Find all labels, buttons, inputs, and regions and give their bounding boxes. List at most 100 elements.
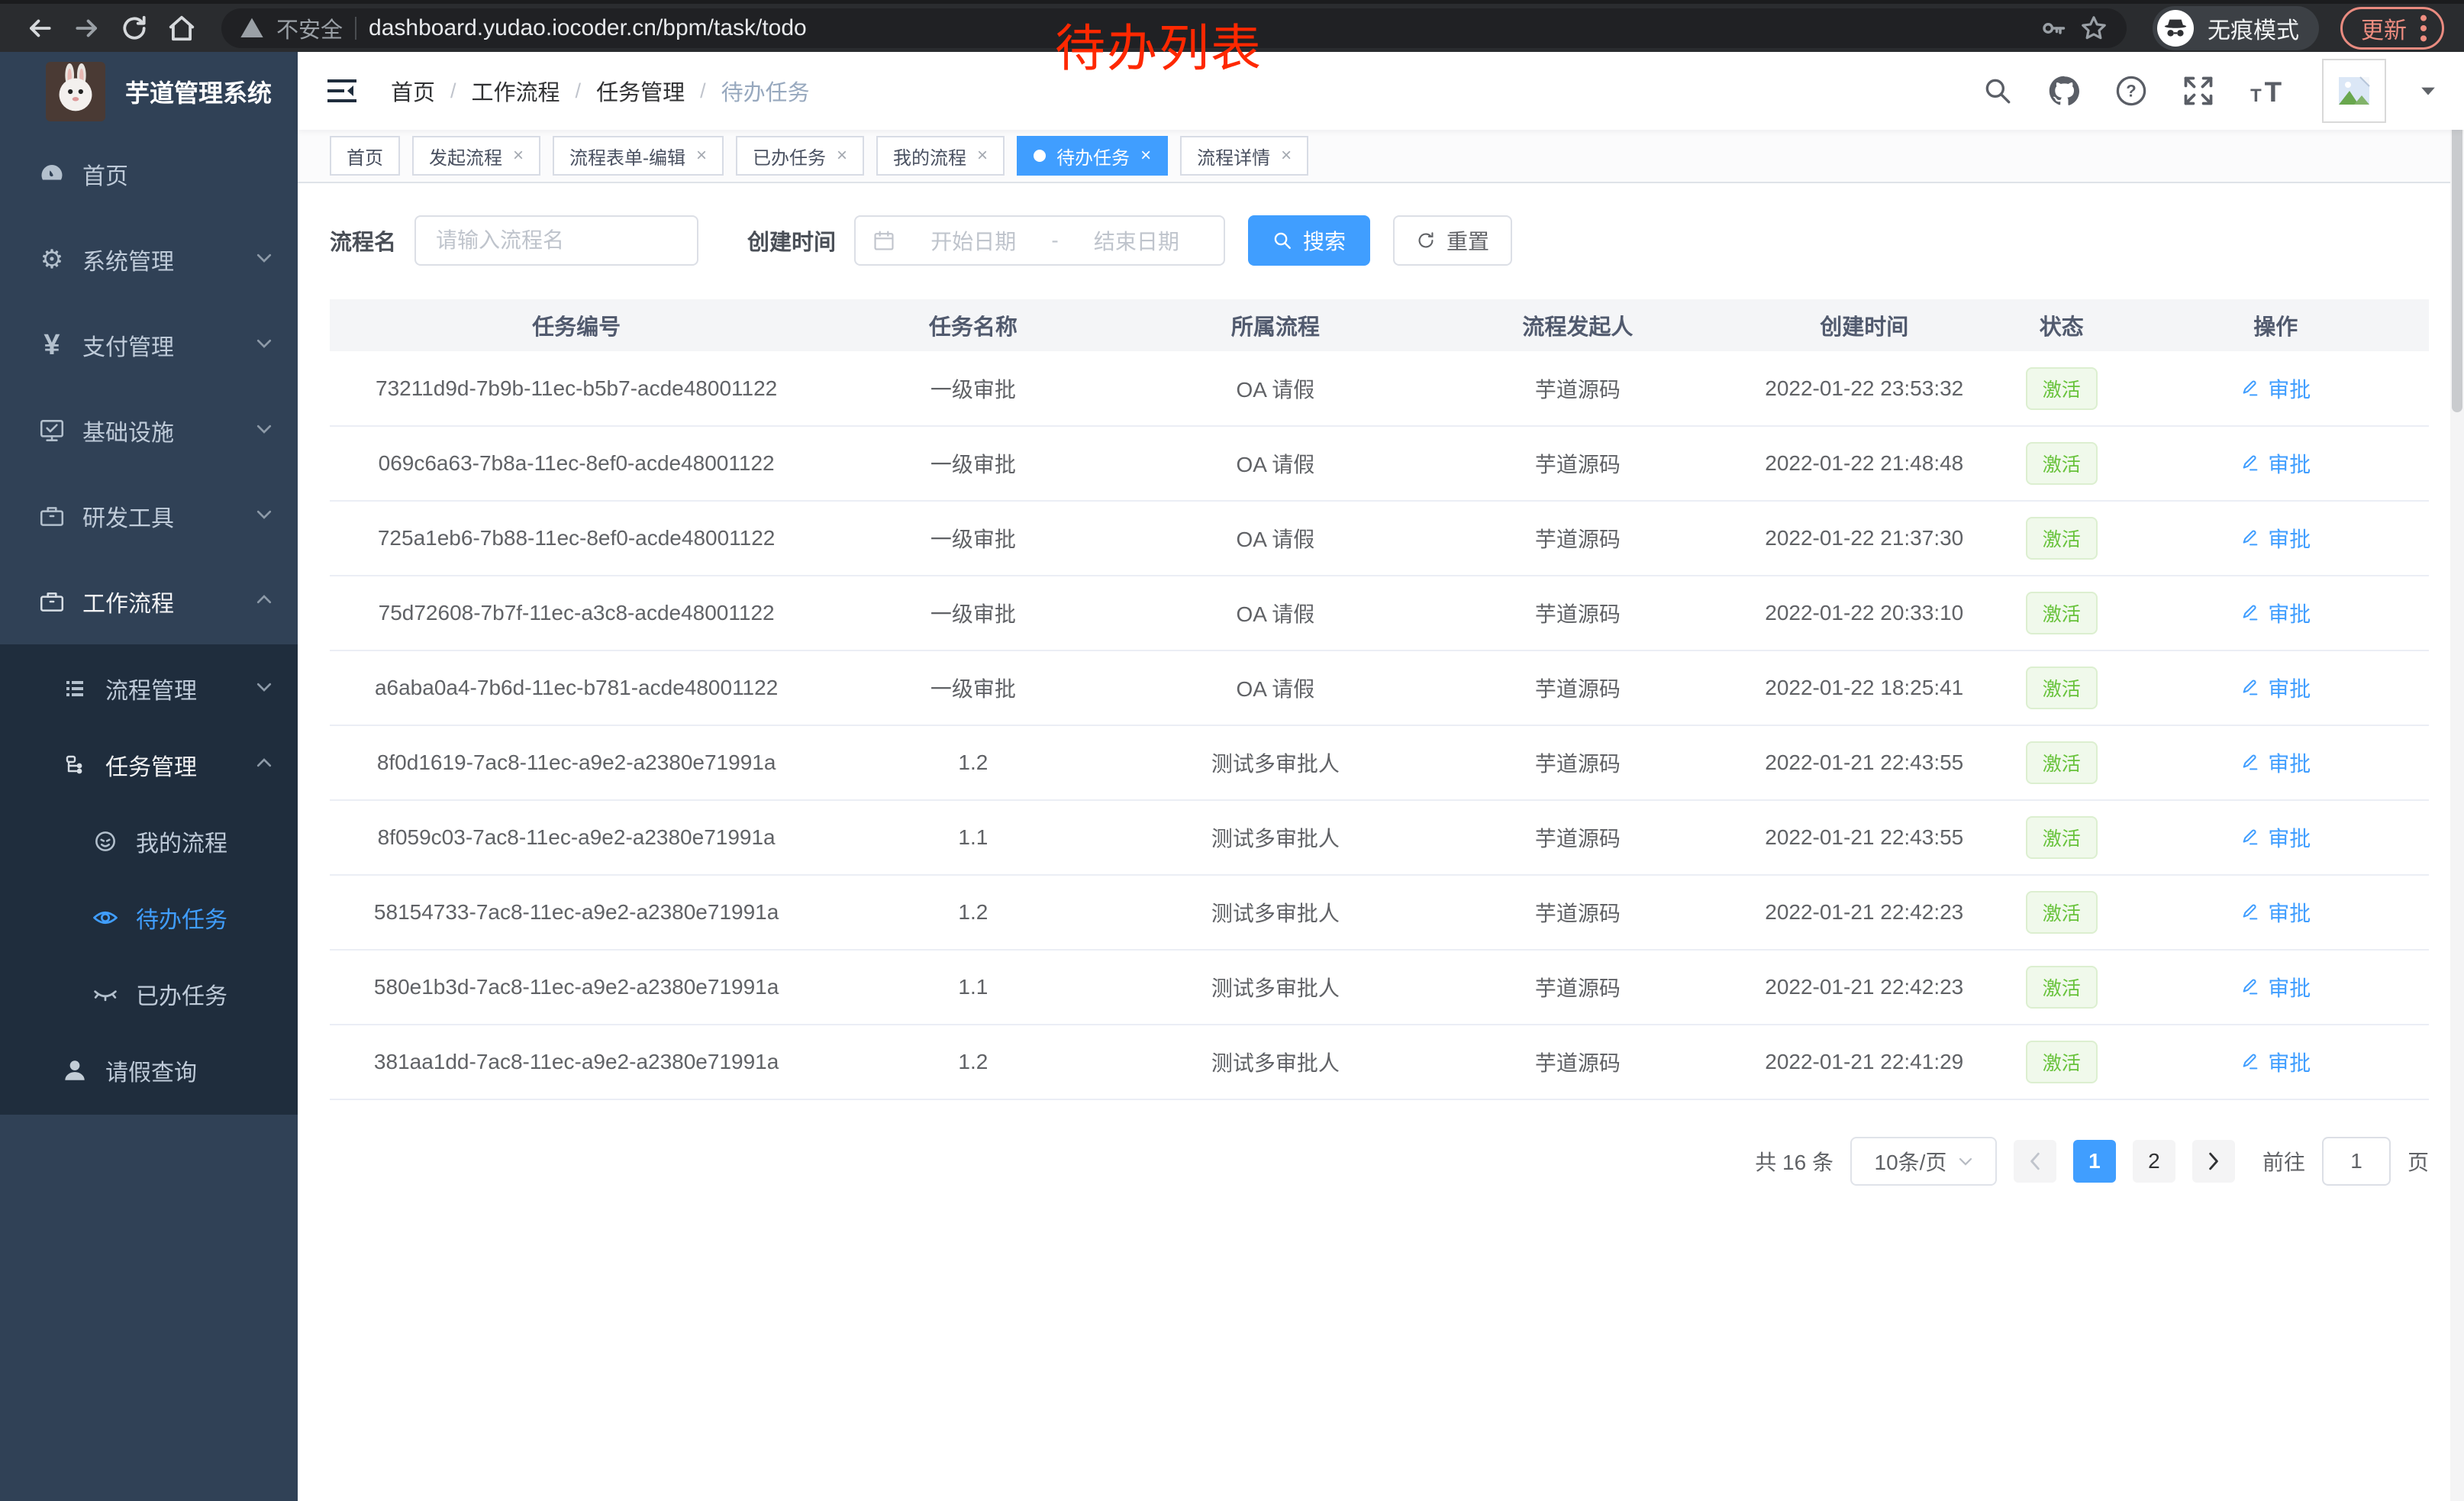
- browser-update-button[interactable]: 更新: [2340, 7, 2444, 50]
- tab-done-tasks[interactable]: 已办任务 ×: [736, 136, 864, 176]
- sidebar-item-done-tasks[interactable]: 已办任务: [0, 956, 298, 1032]
- github-icon[interactable]: [2047, 74, 2081, 108]
- avatar-dropdown-caret-icon[interactable]: [2420, 86, 2437, 96]
- browser-menu-icon[interactable]: [2419, 13, 2428, 44]
- tab-my-process[interactable]: 我的流程 ×: [876, 136, 1005, 176]
- table-row: 8f0d1619-7ac8-11ec-a9e2-a2380e71991a 1.2…: [330, 725, 2429, 800]
- sidebar-item-label: 已办任务: [136, 977, 227, 1011]
- approve-button[interactable]: 审批: [2240, 598, 2311, 628]
- status-badge: 激活: [2026, 667, 2098, 709]
- tab-start-process[interactable]: 发起流程 ×: [412, 136, 540, 176]
- cell-task-name: 1.2: [823, 725, 1123, 800]
- sidebar-item-todo-tasks[interactable]: 待办任务: [0, 880, 298, 956]
- end-date-placeholder[interactable]: 结束日期: [1066, 225, 1207, 256]
- sidebar-item-devtools[interactable]: 研发工具: [0, 473, 298, 559]
- breadcrumb-item[interactable]: 工作流程: [472, 75, 560, 107]
- url-bar[interactable]: 不安全 dashboard.yudao.iocoder.cn/bpm/task/…: [221, 8, 2127, 48]
- process-name-input[interactable]: [414, 215, 698, 266]
- sidebar-item-workflow[interactable]: 工作流程: [0, 559, 298, 644]
- goto-label: 前往: [2262, 1146, 2305, 1177]
- bookmark-star-icon[interactable]: [2079, 14, 2108, 43]
- cell-actions: 审批: [2123, 426, 2430, 501]
- approve-button[interactable]: 审批: [2240, 523, 2311, 554]
- topbar: 首页 工作流程 任务管理 待办任务 ?: [298, 52, 2464, 130]
- sidebar-item-home[interactable]: 首页: [0, 131, 298, 217]
- cell-actions: 审批: [2123, 351, 2430, 426]
- goto-page-input[interactable]: [2322, 1137, 2391, 1186]
- approve-button[interactable]: 审批: [2240, 373, 2311, 404]
- page-button-1[interactable]: 1: [2073, 1140, 2116, 1183]
- cell-initiator: 芋道源码: [1427, 725, 1727, 800]
- tab-process-detail[interactable]: 流程详情 ×: [1180, 136, 1308, 176]
- app-shell: 芋道管理系统 首页 ⚙ 系统管理 ¥: [0, 52, 2464, 1501]
- sidebar-item-system[interactable]: ⚙ 系统管理: [0, 217, 298, 302]
- sidebar-item-infrastructure[interactable]: 基础设施: [0, 388, 298, 473]
- fullscreen-icon[interactable]: [2182, 74, 2215, 108]
- content: 流程名 创建时间 开始日期 - 结束日期: [298, 183, 2464, 1501]
- url-text[interactable]: dashboard.yudao.iocoder.cn/bpm/task/todo: [369, 15, 2027, 41]
- breadcrumb-item[interactable]: 任务管理: [596, 75, 685, 107]
- approve-button[interactable]: 审批: [2240, 673, 2311, 703]
- incognito-badge: 无痕模式: [2153, 6, 2319, 50]
- start-date-placeholder[interactable]: 开始日期: [903, 225, 1043, 256]
- close-icon[interactable]: ×: [696, 147, 707, 165]
- font-size-icon[interactable]: TT: [2249, 74, 2288, 108]
- page-button-2[interactable]: 2: [2133, 1140, 2175, 1183]
- tab-todo-tasks[interactable]: 待办任务 ×: [1017, 136, 1168, 176]
- close-icon[interactable]: ×: [977, 147, 988, 165]
- security-warning-icon[interactable]: [240, 16, 264, 40]
- approve-button[interactable]: 审批: [2240, 972, 2311, 1002]
- tab-process-form-edit[interactable]: 流程表单-编辑 ×: [553, 136, 724, 176]
- approve-button[interactable]: 审批: [2240, 822, 2311, 853]
- cell-task-id: 8f059c03-7ac8-11ec-a9e2-a2380e71991a: [330, 800, 823, 875]
- update-label[interactable]: 更新: [2361, 11, 2407, 45]
- sidebar-item-my-process[interactable]: 我的流程: [0, 803, 298, 880]
- browser-forward-icon[interactable]: [67, 8, 107, 48]
- close-icon[interactable]: ×: [837, 147, 847, 165]
- cell-status: 激活: [2001, 576, 2123, 650]
- approve-button[interactable]: 审批: [2240, 897, 2311, 928]
- next-page-button[interactable]: [2192, 1140, 2235, 1183]
- approve-button[interactable]: 审批: [2240, 747, 2311, 778]
- chevron-down-icon: [256, 509, 272, 524]
- help-icon[interactable]: ?: [2114, 74, 2148, 108]
- tab-home[interactable]: 首页: [330, 136, 400, 176]
- cell-created: 2022-01-21 22:43:55: [1728, 800, 2001, 875]
- briefcase-icon: [35, 588, 69, 615]
- approve-button-label: 审批: [2268, 897, 2311, 928]
- close-icon[interactable]: ×: [513, 147, 524, 165]
- browser-back-icon[interactable]: [20, 8, 60, 48]
- sidebar-collapse-icon[interactable]: [325, 74, 359, 108]
- date-range-picker[interactable]: 开始日期 - 结束日期: [854, 215, 1225, 266]
- sidebar-item-task-management[interactable]: 任务管理: [0, 727, 298, 803]
- active-dot: [1034, 150, 1046, 162]
- browser-home-icon[interactable]: [162, 8, 202, 48]
- browser-reload-icon[interactable]: [114, 8, 154, 48]
- cell-actions: 审批: [2123, 576, 2430, 650]
- page-size-select[interactable]: 10条/页: [1850, 1137, 1997, 1186]
- search-button[interactable]: 搜索: [1248, 215, 1370, 266]
- cell-task-id: 58154733-7ac8-11ec-a9e2-a2380e71991a: [330, 875, 823, 950]
- close-icon[interactable]: ×: [1140, 147, 1151, 165]
- reset-button[interactable]: 重置: [1393, 215, 1512, 266]
- tab-label: 待办任务: [1056, 143, 1130, 169]
- cell-initiator: 芋道源码: [1427, 950, 1727, 1025]
- approve-button[interactable]: 审批: [2240, 1047, 2311, 1077]
- sidebar-item-payment[interactable]: ¥ 支付管理: [0, 302, 298, 388]
- sidebar-item-leave-query[interactable]: 请假查询: [0, 1032, 298, 1109]
- approve-button[interactable]: 审批: [2240, 448, 2311, 479]
- search-icon[interactable]: [1982, 75, 2014, 107]
- chevron-up-icon: [256, 595, 272, 609]
- password-key-icon[interactable]: [2040, 15, 2067, 42]
- breadcrumb-item[interactable]: 首页: [391, 75, 435, 107]
- scrollbar-track[interactable]: [2450, 52, 2464, 1501]
- monitor-icon: [35, 417, 69, 444]
- prev-page-button[interactable]: [2014, 1140, 2056, 1183]
- close-icon[interactable]: ×: [1281, 147, 1292, 165]
- cell-task-id: 069c6a63-7b8a-11ec-8ef0-acde48001122: [330, 426, 823, 501]
- sidebar-logo-row[interactable]: 芋道管理系统: [0, 52, 298, 131]
- security-label[interactable]: 不安全: [276, 12, 343, 44]
- svg-text:T: T: [2250, 86, 2262, 106]
- avatar[interactable]: [2322, 59, 2386, 123]
- sidebar-item-process-management[interactable]: 流程管理: [0, 650, 298, 727]
